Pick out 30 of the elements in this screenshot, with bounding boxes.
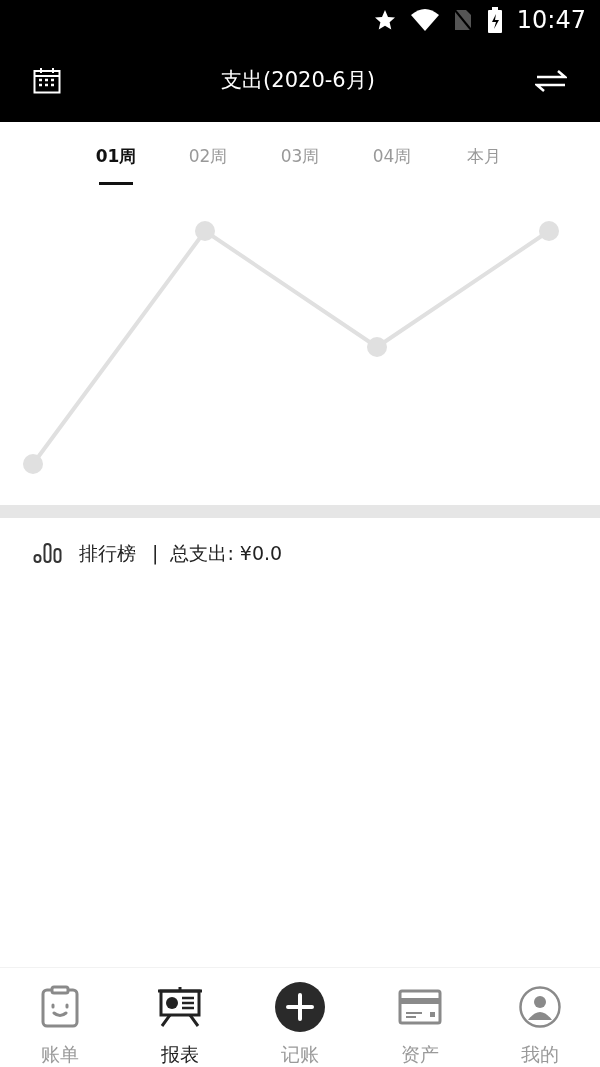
week-tab[interactable]: 01周 bbox=[70, 144, 162, 195]
bar-chart-icon bbox=[33, 543, 63, 563]
chart-point bbox=[367, 337, 387, 357]
battery-charging-icon bbox=[486, 7, 503, 33]
header-title: 支出(2020-6月) bbox=[221, 67, 375, 95]
nav-tab[interactable]: 资产 bbox=[360, 980, 480, 1067]
bank-card-icon bbox=[398, 989, 442, 1025]
wifi-icon bbox=[410, 9, 439, 31]
clock: 10:47 bbox=[516, 5, 586, 36]
no-sim-icon bbox=[452, 8, 473, 32]
week-tab[interactable]: 02周 bbox=[162, 144, 254, 195]
nav-tab[interactable]: 报表 bbox=[120, 980, 240, 1067]
avatar-icon bbox=[519, 986, 561, 1028]
nav-tab[interactable]: 记账 bbox=[240, 980, 360, 1067]
chart-point bbox=[539, 221, 559, 241]
calendar-icon[interactable] bbox=[33, 68, 61, 94]
total-expense: 总支出: ¥0.0 bbox=[170, 540, 283, 566]
separator: | bbox=[152, 540, 159, 567]
week-tab[interactable]: 03周 bbox=[254, 144, 346, 195]
chart-point bbox=[23, 454, 43, 474]
swap-arrows-icon[interactable] bbox=[535, 69, 567, 93]
presentation-board-icon bbox=[156, 985, 204, 1029]
week-tab[interactable]: 本月 bbox=[438, 144, 530, 195]
clipboard-icon bbox=[40, 985, 80, 1029]
nav-tab[interactable]: 我的 bbox=[480, 980, 600, 1067]
ranking-label: 排行榜 bbox=[79, 540, 136, 566]
nav-tab[interactable]: 账单 bbox=[0, 980, 120, 1067]
week-tab[interactable]: 04周 bbox=[346, 144, 438, 195]
chart-point bbox=[195, 221, 215, 241]
plus-icon bbox=[274, 981, 326, 1033]
